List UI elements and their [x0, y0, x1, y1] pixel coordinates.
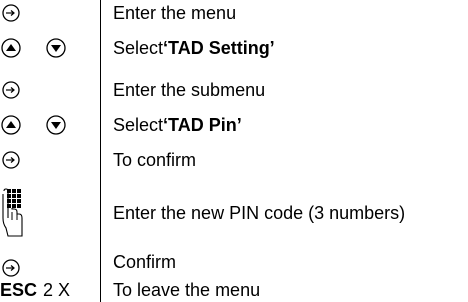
step-row-3: Enter the submenu — [0, 75, 468, 105]
down-arrow-key-icon — [46, 115, 66, 135]
instruction-table: Enter the menu Select ‘TAD Setting’ Ente… — [0, 0, 468, 302]
down-arrow-key-icon — [46, 38, 66, 58]
step-row-5: To confirm — [0, 145, 468, 175]
up-arrow-key-icon — [1, 38, 21, 58]
step-row-2: Select ‘TAD Setting’ — [0, 33, 468, 63]
step-text-3: Enter the submenu — [113, 79, 266, 100]
step-row-1: Enter the menu — [0, 0, 468, 26]
step-text-5: To confirm — [113, 149, 197, 170]
esc-key-label: ESC — [0, 279, 38, 300]
esc-key: ESC 2 X — [0, 278, 70, 302]
ok-key-icon — [2, 4, 20, 22]
step-text-4-prefix: Select — [113, 114, 164, 135]
esc-key-count: 2 X — [43, 279, 71, 300]
step-text-2-prefix: Select — [113, 37, 164, 58]
step-text-2-option: ‘TAD Setting’ — [163, 37, 275, 58]
step-text-4: Select ‘TAD Pin’ — [113, 110, 242, 140]
step-text-2: Select ‘TAD Setting’ — [113, 33, 275, 63]
keypad-hand-icon — [2, 188, 23, 237]
ok-key-icon — [2, 259, 20, 277]
step-text-6: Enter the new PIN code (3 numbers) — [113, 202, 406, 223]
step-text-4-option: ‘TAD Pin’ — [163, 114, 242, 135]
step-row-7: Confirm — [0, 250, 468, 278]
step-text-1: Enter the menu — [113, 2, 237, 23]
step-row-4: Select ‘TAD Pin’ — [0, 110, 468, 140]
ok-key-icon — [2, 151, 20, 169]
step-row-8: ESC 2 X To leave the menu — [0, 278, 468, 302]
ok-key-icon — [2, 81, 20, 99]
up-arrow-key-icon — [1, 115, 21, 135]
step-text-7: Confirm — [113, 252, 177, 272]
step-row-6: Enter the new PIN code (3 numbers) — [0, 182, 468, 244]
step-text-8: To leave the menu — [113, 279, 261, 300]
